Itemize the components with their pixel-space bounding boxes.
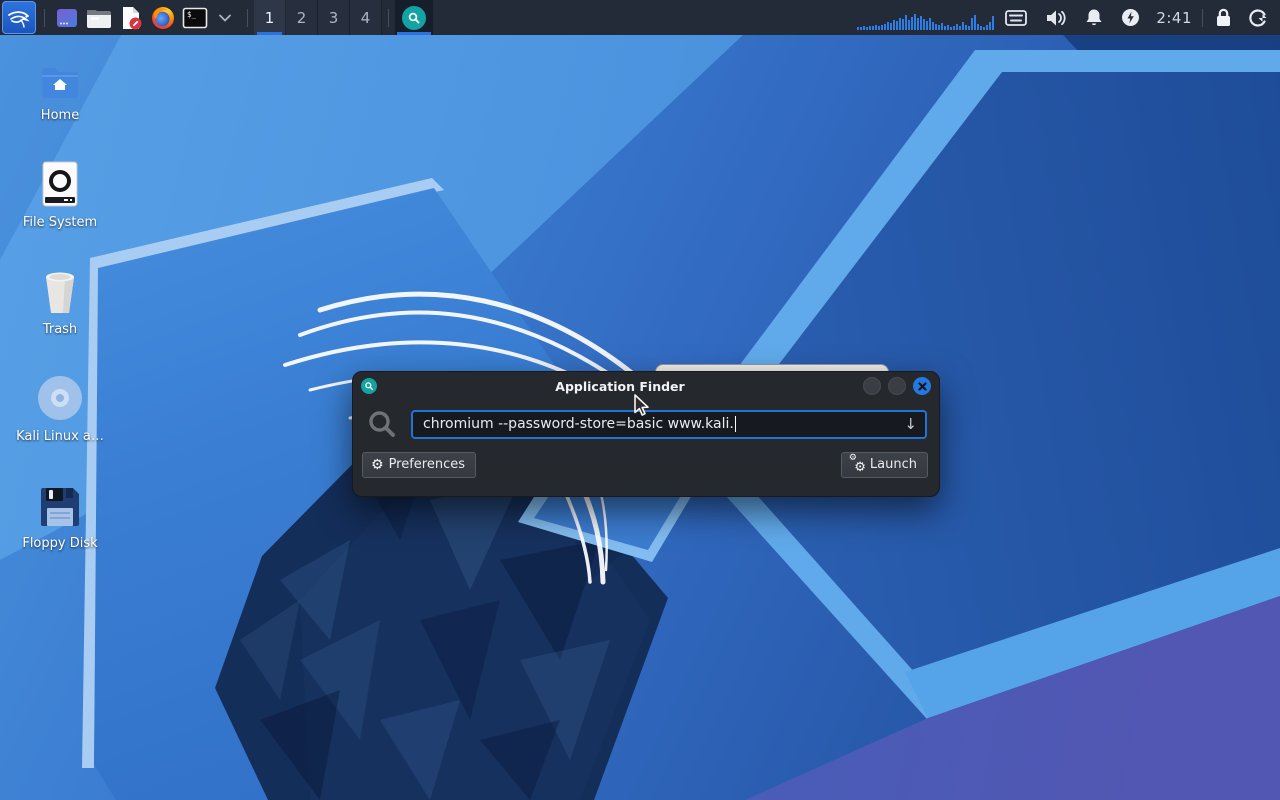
file-manager-launcher[interactable] <box>83 1 115 34</box>
workspace-label: 2 <box>297 9 307 27</box>
network-graph[interactable] <box>857 6 995 30</box>
application-finder-window: Application Finder chromium --password-s… <box>352 371 940 497</box>
application-finder-icon <box>361 378 377 394</box>
workspace-3[interactable]: 3 <box>318 0 350 35</box>
desktop-icon-label: Floppy Disk <box>22 536 97 551</box>
terminal-icon: $_ <box>182 6 208 30</box>
window-controls <box>863 377 931 395</box>
panel-separator <box>388 9 389 27</box>
chevron-down-icon <box>218 13 232 23</box>
workspace-4[interactable]: 4 <box>350 0 382 35</box>
panel-separator <box>44 9 45 27</box>
trash-icon <box>41 264 79 314</box>
keyboard-icon[interactable] <box>1005 10 1027 26</box>
lock-screen-icon[interactable] <box>1215 8 1232 27</box>
close-button[interactable] <box>913 377 931 395</box>
panel-separator <box>1202 9 1203 27</box>
panel-right-area: 2:41 <box>857 0 1280 35</box>
button-row: ⚙ Preferences ⚙ ⚙ Launch <box>353 439 939 478</box>
launch-button-label: Launch <box>870 457 917 472</box>
show-desktop-launcher[interactable] <box>51 1 83 34</box>
notifications-bell-icon[interactable] <box>1085 8 1103 27</box>
close-icon <box>918 382 927 391</box>
search-icon <box>367 409 397 439</box>
workspace-2[interactable]: 2 <box>286 0 318 35</box>
volume-icon[interactable] <box>1045 9 1067 27</box>
top-panel: $_ 1 2 3 4 <box>0 0 1280 35</box>
system-tray <box>1005 8 1140 27</box>
clock[interactable]: 2:41 <box>1156 9 1192 27</box>
power-manager-icon[interactable] <box>1121 8 1140 27</box>
desktop-icon-home[interactable]: Home <box>8 50 112 150</box>
launch-button[interactable]: ⚙ ⚙ Launch <box>841 452 928 478</box>
mouse-cursor <box>633 394 653 418</box>
desktop-icon-kali-linux[interactable]: Kali Linux a… <box>8 371 112 471</box>
launcher-dropdown[interactable] <box>209 1 241 34</box>
preferences-button[interactable]: ⚙ Preferences <box>362 452 476 478</box>
minimize-button[interactable] <box>863 377 881 395</box>
taskbar-application-finder-button[interactable] <box>395 0 433 35</box>
desktop-icon-label: Trash <box>43 322 77 337</box>
desktop-icon-label: Home <box>41 108 79 123</box>
applications-menu-button[interactable] <box>2 1 36 34</box>
panel-separator <box>247 9 248 27</box>
disc-icon <box>37 371 83 421</box>
preferences-button-label: Preferences <box>389 457 465 472</box>
terminal-launcher[interactable]: $_ <box>179 1 211 34</box>
kali-logo-icon <box>7 7 31 29</box>
session-buttons <box>1215 8 1268 28</box>
home-folder-icon <box>40 50 80 100</box>
floppy-disk-icon <box>39 478 81 528</box>
run-icon: ⚙ ⚙ <box>850 457 865 472</box>
firefox-launcher[interactable] <box>147 1 179 34</box>
workspace-label: 3 <box>329 9 339 27</box>
firefox-icon <box>151 6 175 30</box>
terminal-glyph: $_ <box>187 10 197 19</box>
workspace-switcher: 1 2 3 4 <box>254 0 382 35</box>
show-desktop-icon <box>55 6 79 30</box>
window-title: Application Finder <box>377 379 863 394</box>
command-text: chromium --password-store=basic www.kali… <box>423 416 734 432</box>
text-caret <box>735 416 736 432</box>
application-finder-icon <box>402 6 426 30</box>
text-editor-launcher[interactable] <box>115 1 147 34</box>
logout-icon[interactable] <box>1248 8 1268 28</box>
text-editor-icon <box>119 6 143 30</box>
input-dropdown-arrow-icon[interactable]: ↓ <box>904 415 917 433</box>
file-manager-icon <box>86 7 112 29</box>
workspace-1[interactable]: 1 <box>254 0 286 35</box>
hard-drive-icon <box>42 157 78 207</box>
workspace-label: 1 <box>265 9 275 27</box>
desktop-icon-floppy-disk[interactable]: Floppy Disk <box>8 478 112 578</box>
command-input[interactable]: chromium --password-store=basic www.kali… <box>411 410 927 439</box>
desktop-icon-trash[interactable]: Trash <box>8 264 112 364</box>
workspace-label: 4 <box>361 9 371 27</box>
desktop-icon-label: Kali Linux a… <box>16 429 104 444</box>
maximize-button[interactable] <box>888 377 906 395</box>
desktop-icon-label: File System <box>23 215 97 230</box>
gear-icon: ⚙ <box>371 458 384 472</box>
desktop-icon-file-system[interactable]: File System <box>8 157 112 257</box>
